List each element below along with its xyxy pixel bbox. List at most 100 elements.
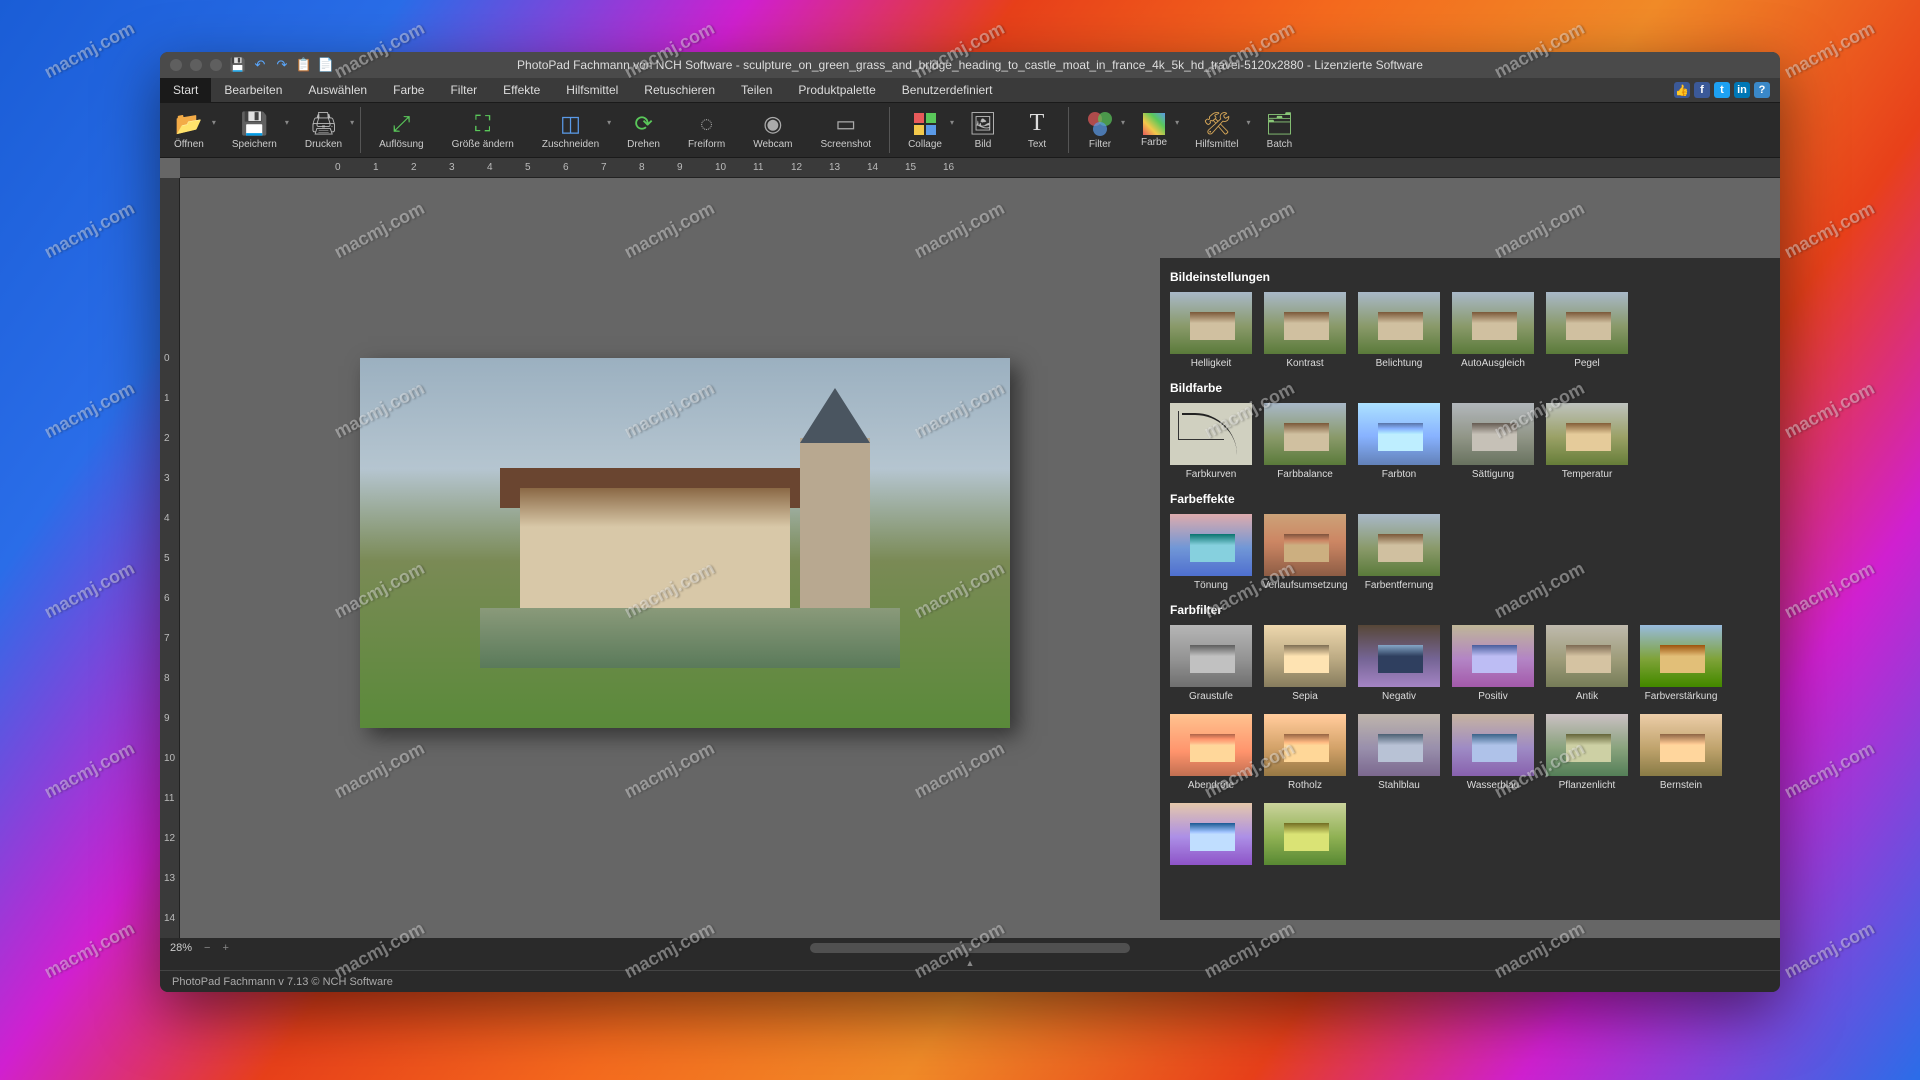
titlebar: 💾 ↶ ↷ 📋 📄 PhotoPad Fachmann von NCH Soft… <box>160 52 1780 78</box>
filter-amber[interactable]: Bernstein <box>1640 714 1722 791</box>
effect-gradient-map[interactable]: Verlaufsumsetzung <box>1264 514 1346 591</box>
menu-edit[interactable]: Bearbeiten <box>211 78 295 102</box>
resize-button[interactable]: ⛶Größe ändern <box>438 103 528 157</box>
window-controls <box>170 59 222 71</box>
filter-sepia[interactable]: Sepia <box>1264 625 1346 702</box>
zoom-in-button[interactable]: + <box>222 942 228 954</box>
color-panel: Bildeinstellungen Helligkeit Kontrast Be… <box>1160 258 1780 920</box>
separator <box>1068 107 1069 153</box>
menu-bar: Start Bearbeiten Auswählen Farbe Filter … <box>160 78 1780 102</box>
filter-steel-blue[interactable]: Stahlblau <box>1358 714 1440 791</box>
app-window: 💾 ↶ ↷ 📋 📄 PhotoPad Fachmann von NCH Soft… <box>160 52 1780 992</box>
rotate-button[interactable]: ⟳Drehen <box>613 103 674 157</box>
panel-toggle[interactable]: ▲ <box>160 958 1780 970</box>
canvas-statusbar: 28% − + <box>160 938 1780 958</box>
twitter-icon[interactable]: t <box>1714 82 1730 98</box>
adjust-contrast[interactable]: Kontrast <box>1264 292 1346 369</box>
menu-select[interactable]: Auswählen <box>295 78 380 102</box>
filter-color-boost[interactable]: Farbverstärkung <box>1640 625 1722 702</box>
resolution-button[interactable]: ⤢Auflösung <box>365 103 437 157</box>
filter-antique[interactable]: Antik <box>1546 625 1628 702</box>
undo-icon[interactable]: ↶ <box>252 57 268 73</box>
filter-positive[interactable]: Positiv <box>1452 625 1534 702</box>
help-icon[interactable]: ? <box>1754 82 1770 98</box>
effect-tint[interactable]: Tönung <box>1170 514 1252 591</box>
redo-icon[interactable]: ↷ <box>274 57 290 73</box>
save-button[interactable]: 💾Speichern▾ <box>218 103 291 157</box>
zoom-out-button[interactable]: − <box>204 942 210 954</box>
open-button[interactable]: 📂Öffnen▾ <box>160 103 218 157</box>
menu-custom[interactable]: Benutzerdefiniert <box>889 78 1006 102</box>
chevron-down-icon[interactable]: ▾ <box>212 118 216 127</box>
menu-color[interactable]: Farbe <box>380 78 437 102</box>
text-button[interactable]: TText <box>1010 103 1064 157</box>
lasso-icon: ◌ <box>694 111 720 137</box>
menu-share[interactable]: Teilen <box>728 78 785 102</box>
close-dot[interactable] <box>170 59 182 71</box>
color-button[interactable]: Farbe▾ <box>1127 103 1181 157</box>
image-icon: 🖼 <box>970 111 996 137</box>
menu-filter[interactable]: Filter <box>437 78 490 102</box>
color-temperature[interactable]: Temperatur <box>1546 403 1628 480</box>
freeform-button[interactable]: ◌Freiform <box>674 103 739 157</box>
tools-button[interactable]: 🛠Hilfsmittel▾ <box>1181 103 1252 157</box>
horizontal-scrollbar[interactable] <box>810 943 1130 953</box>
chevron-down-icon[interactable]: ▾ <box>1175 118 1179 127</box>
copy-icon[interactable]: 📋 <box>296 57 312 73</box>
batch-button[interactable]: 🗂Batch <box>1252 103 1306 157</box>
tools-icon: 🛠 <box>1204 111 1230 137</box>
menu-tools[interactable]: Hilfsmittel <box>553 78 631 102</box>
color-curves[interactable]: Farbkurven <box>1170 403 1252 480</box>
filter-grayscale[interactable]: Graustufe <box>1170 625 1252 702</box>
menu-start[interactable]: Start <box>160 78 211 102</box>
color-balance[interactable]: Farbbalance <box>1264 403 1346 480</box>
linkedin-icon[interactable]: in <box>1734 82 1750 98</box>
filter-redwood[interactable]: Rotholz <box>1264 714 1346 791</box>
color-icon <box>1143 113 1165 135</box>
effect-remove-color[interactable]: Farbentfernung <box>1358 514 1440 591</box>
menu-retouch[interactable]: Retuschieren <box>631 78 728 102</box>
filter-extra-1[interactable] <box>1170 803 1252 869</box>
canvas-image[interactable] <box>360 358 1010 728</box>
menu-products[interactable]: Produktpalette <box>785 78 888 102</box>
collage-button[interactable]: Collage▾ <box>894 103 956 157</box>
filter-water-blue[interactable]: Wasserblau <box>1452 714 1534 791</box>
filter-extra-2[interactable] <box>1264 803 1346 869</box>
screenshot-button[interactable]: ▭Screenshot <box>806 103 885 157</box>
chevron-down-icon[interactable]: ▾ <box>1121 118 1125 127</box>
chevron-down-icon[interactable]: ▾ <box>950 118 954 127</box>
image-button[interactable]: 🖼Bild <box>956 103 1010 157</box>
adjust-exposure[interactable]: Belichtung <box>1358 292 1440 369</box>
chevron-down-icon[interactable]: ▾ <box>350 118 354 127</box>
crop-button[interactable]: ◫Zuschneiden▾ <box>528 103 613 157</box>
window-title: PhotoPad Fachmann von NCH Software - scu… <box>160 58 1780 72</box>
facebook-icon[interactable]: f <box>1694 82 1710 98</box>
filter-plant-light[interactable]: Pflanzenlicht <box>1546 714 1628 791</box>
min-dot[interactable] <box>190 59 202 71</box>
color-saturation[interactable]: Sättigung <box>1452 403 1534 480</box>
menu-effects[interactable]: Effekte <box>490 78 553 102</box>
print-button[interactable]: 🖨Drucken▾ <box>291 103 356 157</box>
app-version: PhotoPad Fachmann v 7.13 © NCH Software <box>172 976 393 988</box>
section-color-filters: Farbfilter <box>1170 603 1770 617</box>
adjust-levels[interactable]: Pegel <box>1546 292 1628 369</box>
webcam-button[interactable]: ◉Webcam <box>739 103 806 157</box>
toolbar: 📂Öffnen▾ 💾Speichern▾ 🖨Drucken▾ ⤢Auflösun… <box>160 102 1780 158</box>
chevron-down-icon[interactable]: ▾ <box>607 118 611 127</box>
save-icon[interactable]: 💾 <box>230 57 246 73</box>
adjust-brightness[interactable]: Helligkeit <box>1170 292 1252 369</box>
webcam-icon: ◉ <box>760 111 786 137</box>
filter-evening-red[interactable]: Abendröte <box>1170 714 1252 791</box>
batch-icon: 🗂 <box>1266 111 1292 137</box>
filter-button[interactable]: Filter▾ <box>1073 103 1127 157</box>
max-dot[interactable] <box>210 59 222 71</box>
chevron-down-icon[interactable]: ▾ <box>285 118 289 127</box>
paste-icon[interactable]: 📄 <box>318 57 334 73</box>
chevron-down-icon[interactable]: ▾ <box>1246 118 1250 127</box>
color-hue[interactable]: Farbton <box>1358 403 1440 480</box>
like-icon[interactable]: 👍 <box>1674 82 1690 98</box>
adjust-autobalance[interactable]: AutoAusgleich <box>1452 292 1534 369</box>
filter-negative[interactable]: Negativ <box>1358 625 1440 702</box>
separator <box>360 107 361 153</box>
resolution-icon: ⤢ <box>388 111 414 137</box>
